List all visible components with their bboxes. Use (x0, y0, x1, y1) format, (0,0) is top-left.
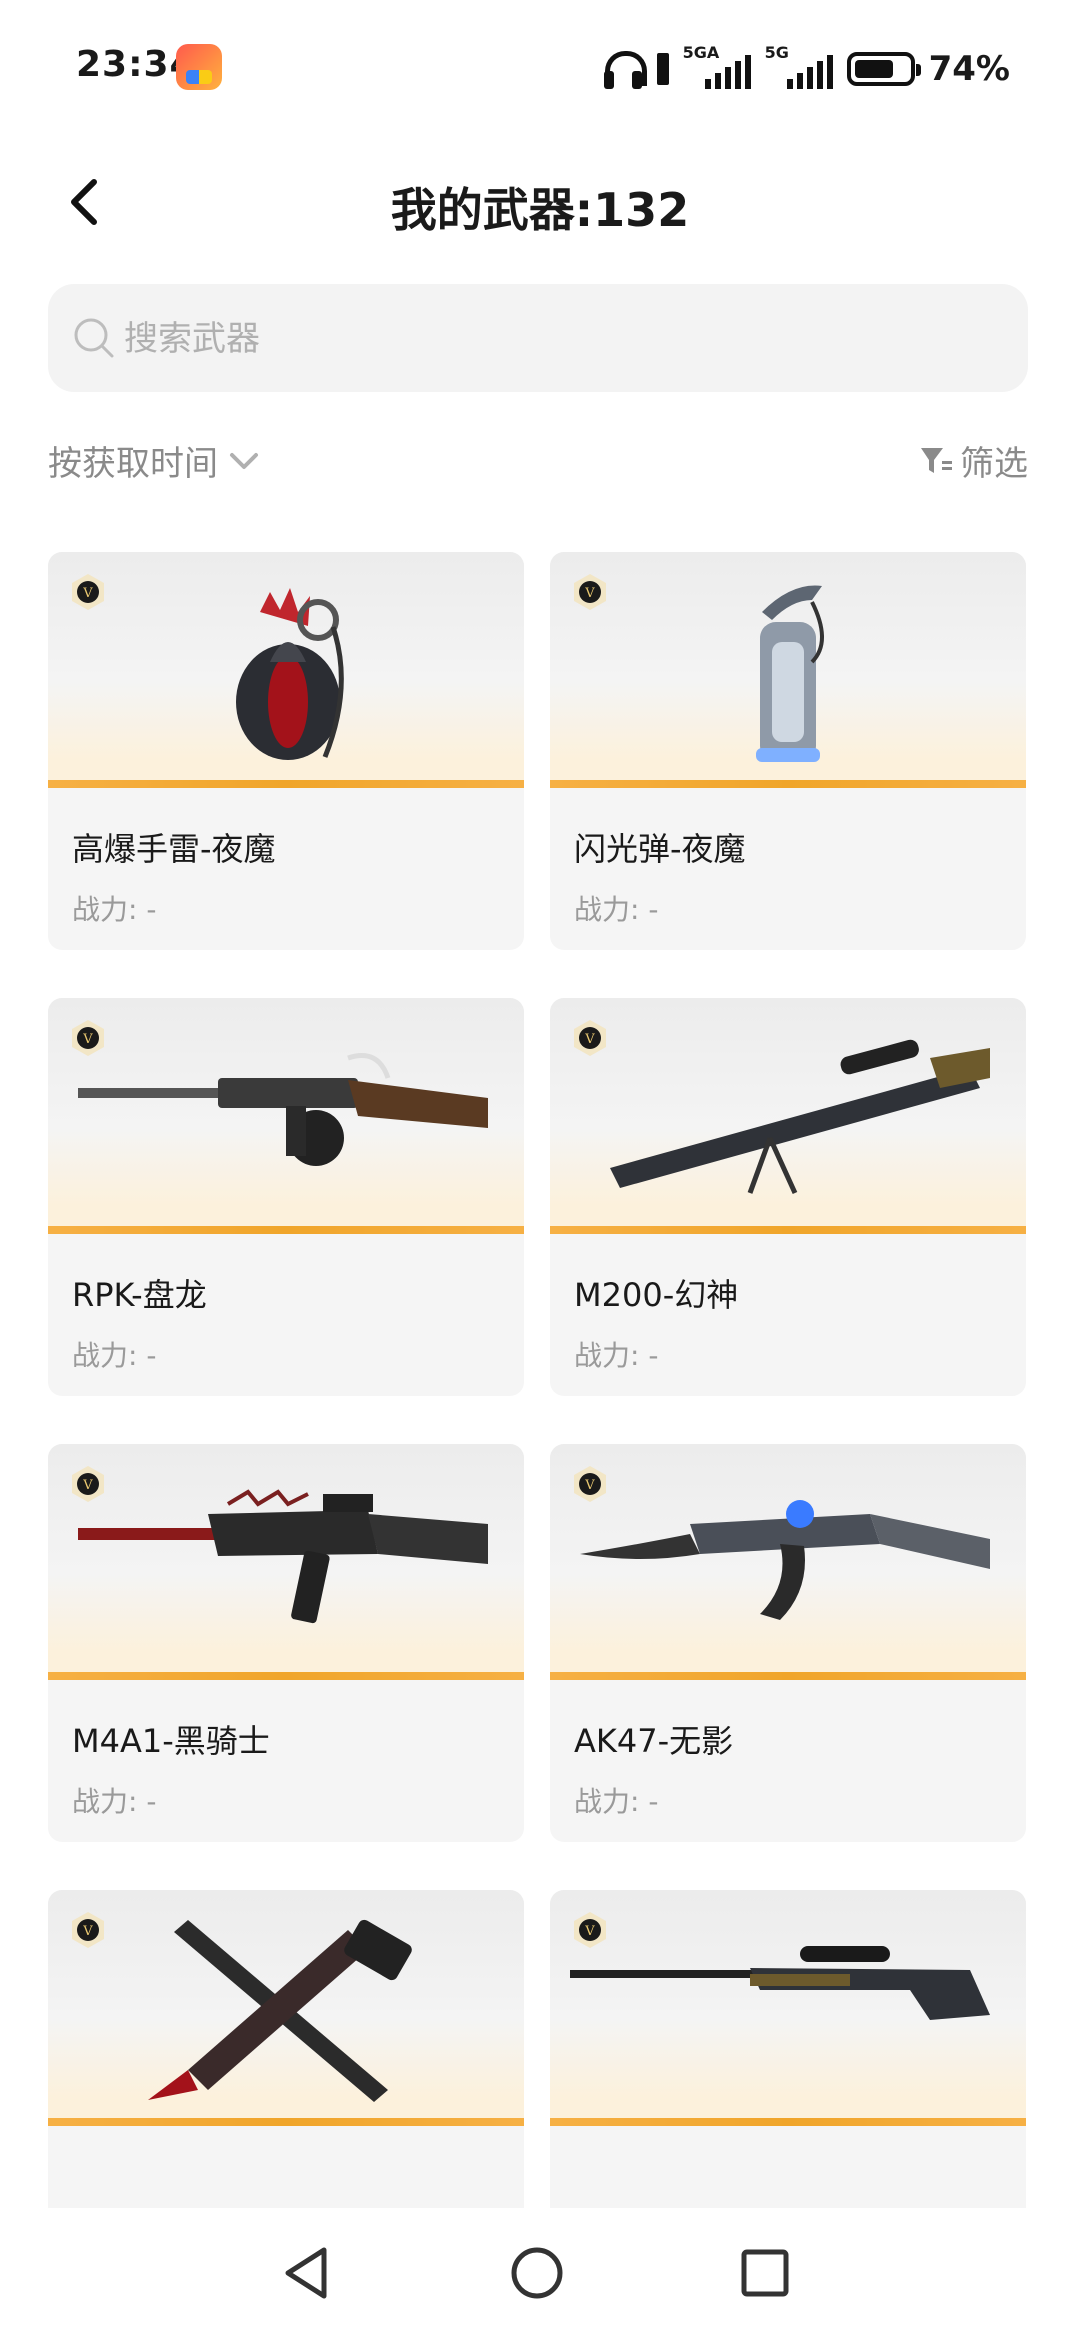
assault-rifle-icon (580, 1500, 990, 1620)
svg-text:V: V (82, 586, 93, 601)
weapon-name: 闪光弹-夜魔 (574, 830, 746, 868)
v-badge-icon: V (570, 1018, 610, 1058)
status-bar: 23:34 5GA 5G 74% (0, 0, 1080, 130)
svg-text:V: V (584, 1032, 595, 1047)
sniper-rifle-icon (610, 1039, 990, 1195)
status-icons: 5GA 5G 74% (603, 43, 1010, 94)
chevron-down-icon (230, 452, 258, 469)
weapon-name: 高爆手雷-夜魔 (72, 830, 276, 868)
machine-gun-icon (78, 1053, 488, 1166)
weapon-card[interactable]: V 高爆手雷-夜魔 战力: - (48, 552, 524, 950)
page-title: 我的武器:132 (390, 183, 690, 237)
weapon-card[interactable]: V M200-幻神 战力: - (550, 998, 1026, 1396)
weapon-card[interactable]: V (48, 1890, 524, 2208)
signal-5g-icon: 5G (765, 43, 833, 91)
weapon-card[interactable]: V AK47-无影 战力: - (550, 1444, 1026, 1842)
sort-label: 按获取时间 (48, 444, 218, 484)
sniper-rifle-icon (570, 1946, 990, 2020)
weapon-list[interactable]: V 高爆手雷-夜魔 战力: - V 闪光弹-夜魔 战力: - V RPK-盘龙 … (0, 530, 1080, 2208)
weapon-image: V (550, 1444, 1026, 1680)
filter-icon (921, 447, 952, 473)
weapon-power: 战力: - (72, 893, 157, 926)
svg-text:V: V (82, 1924, 93, 1939)
v-badge-icon: V (570, 1464, 610, 1504)
weapon-image: V (48, 998, 524, 1234)
weapon-name: RPK-盘龙 (72, 1276, 207, 1314)
svg-text:V: V (584, 586, 595, 601)
signal-5ga-icon: 5GA (683, 43, 751, 91)
svg-text:V: V (584, 1478, 595, 1493)
app-notification-icon (176, 44, 222, 90)
search-icon (74, 318, 114, 358)
weapon-name: M200-幻神 (574, 1276, 739, 1314)
weapon-power: 战力: - (574, 1785, 659, 1818)
weapon-card[interactable]: V (550, 1890, 1026, 2208)
weapon-name: M4A1-黑骑士 (72, 1722, 270, 1760)
weapon-image: V (48, 1890, 524, 2126)
v-badge-icon: V (68, 1018, 108, 1058)
weapon-image: V (48, 1444, 524, 1680)
weapon-image: V (550, 552, 1026, 788)
headphones-icon (603, 49, 647, 89)
weapon-card[interactable]: V 闪光弹-夜魔 战力: - (550, 552, 1026, 950)
svg-text:V: V (82, 1032, 93, 1047)
weapon-power: 战力: - (574, 1339, 659, 1372)
search-input[interactable] (122, 306, 1006, 372)
sort-filter-row: 按获取时间 筛选 (48, 436, 1028, 496)
signal-5g-label: 5G (764, 43, 789, 62)
assault-rifle-icon (78, 1489, 488, 1624)
weapon-image: V (550, 998, 1026, 1234)
nav-back-button[interactable] (272, 2238, 342, 2308)
home-nav-icon (511, 2247, 563, 2299)
weapon-card[interactable]: V RPK-盘龙 战力: - (48, 998, 524, 1396)
svg-text:V: V (82, 1478, 93, 1493)
weapon-name: AK47-无影 (574, 1722, 734, 1760)
page-header: 我的武器:132 (0, 150, 1080, 260)
search-box[interactable] (48, 284, 1028, 392)
sort-dropdown[interactable]: 按获取时间 (48, 436, 264, 485)
weapon-power: 战力: - (72, 1339, 157, 1372)
filter-label: 筛选 (960, 444, 1028, 484)
nav-home-button[interactable] (502, 2238, 572, 2308)
system-nav-bar (0, 2208, 1080, 2338)
pistol-knife-icon (148, 1919, 412, 2102)
weapon-power: 战力: - (72, 1785, 157, 1818)
battery-percent: 74% (928, 49, 1010, 89)
weapon-card[interactable]: V M4A1-黑骑士 战力: - (48, 1444, 524, 1842)
grenade-icon (236, 588, 344, 760)
recents-nav-icon (741, 2249, 789, 2297)
v-badge-icon: V (68, 1910, 108, 1950)
filter-button[interactable]: 筛选 (918, 436, 1028, 485)
v-badge-icon: V (570, 572, 610, 612)
weapon-power: 战力: - (574, 893, 659, 926)
weapon-image: V (550, 1890, 1026, 2126)
svg-text:V: V (584, 1924, 595, 1939)
flashbang-icon (756, 585, 824, 762)
weapon-image: V (48, 552, 524, 788)
back-nav-icon (285, 2247, 327, 2299)
v-badge-icon: V (68, 572, 108, 612)
nav-recents-button[interactable] (730, 2238, 800, 2308)
v-badge-icon: V (570, 1910, 610, 1950)
battery-icon (846, 52, 921, 86)
battery-small-icon (656, 53, 669, 85)
v-badge-icon: V (68, 1464, 108, 1504)
